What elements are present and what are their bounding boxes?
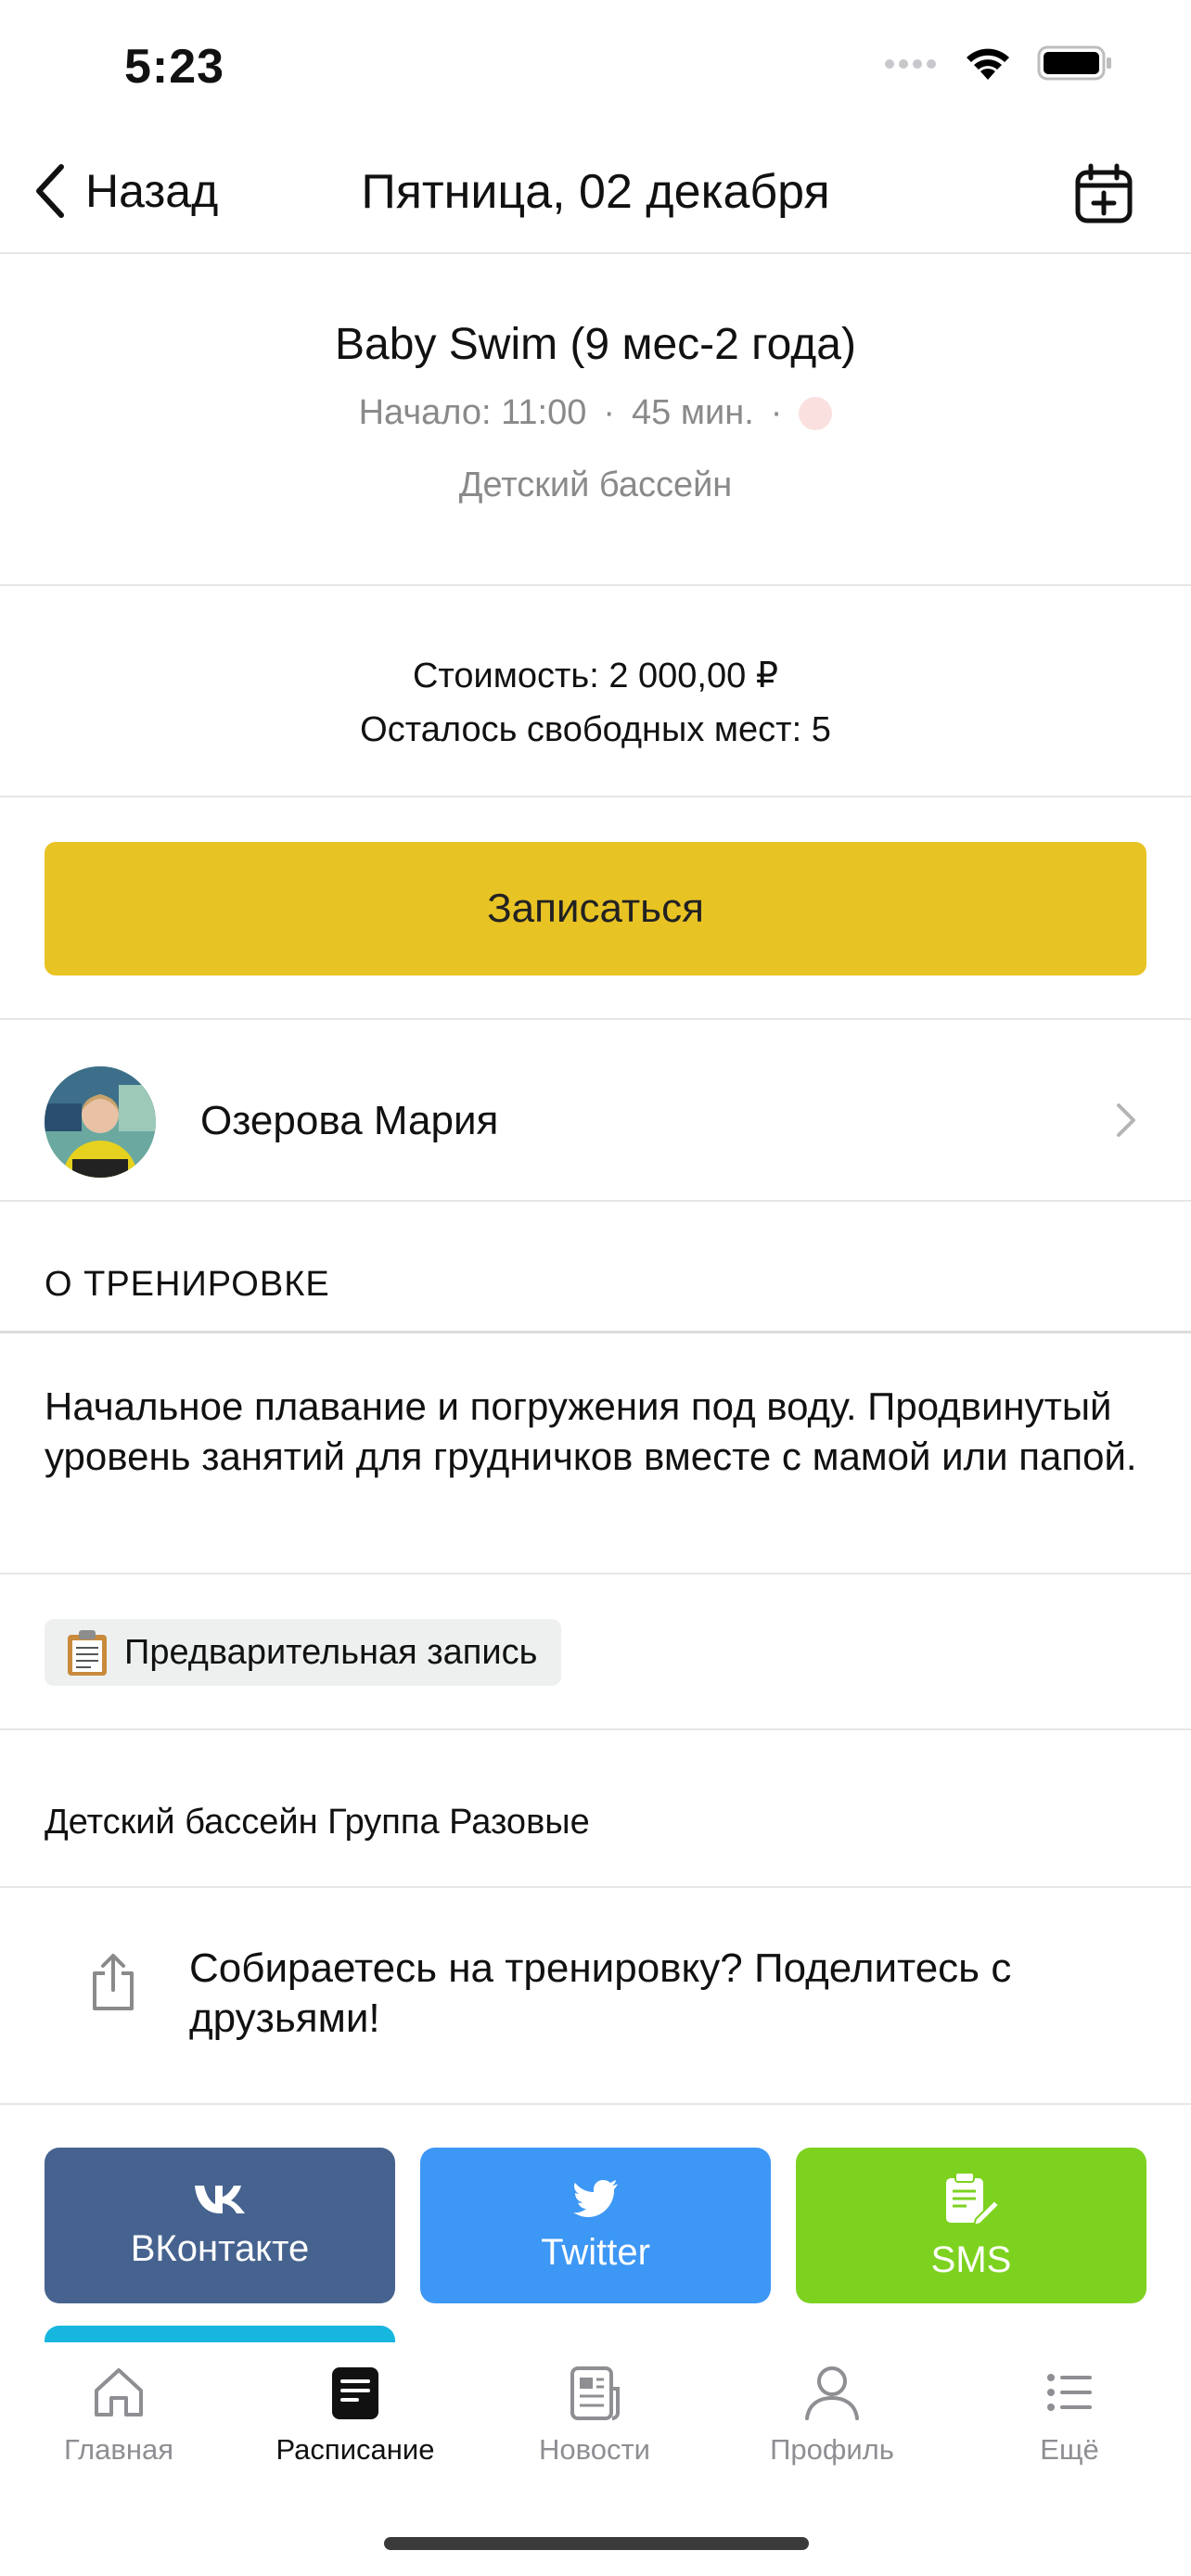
share-sms-button[interactable]: SMS bbox=[796, 2148, 1146, 2303]
battery-icon bbox=[1037, 45, 1111, 81]
home-indicator bbox=[384, 2537, 809, 2550]
status-bar: 5:23 bbox=[0, 0, 1191, 139]
schedule-icon bbox=[332, 2367, 378, 2419]
signal-icon bbox=[885, 59, 936, 69]
share-prompt: Собираетесь на тренировку? Поделитесь с … bbox=[189, 1945, 1012, 2041]
class-duration: 45 мин. bbox=[632, 393, 754, 432]
tab-more[interactable]: Ещё bbox=[967, 2365, 1172, 2467]
tag-section: Предварительная запись bbox=[0, 1575, 1191, 1730]
class-meta: Начало: 11:00 · 45 мин. · bbox=[0, 393, 1191, 433]
tab-profile-label: Профиль bbox=[770, 2433, 894, 2466]
signup-button[interactable]: Записаться bbox=[45, 842, 1146, 976]
clipboard-icon bbox=[68, 1630, 107, 1676]
calendar-add-icon[interactable] bbox=[1070, 161, 1137, 228]
chevron-right-icon bbox=[1117, 1103, 1135, 1137]
tab-more-label: Ещё bbox=[1040, 2433, 1099, 2466]
share-vk-label: ВКонтакте bbox=[130, 2227, 310, 2269]
meta-separator: · bbox=[603, 393, 616, 432]
class-description: Начальное плавание и погружения под воду… bbox=[45, 1384, 1137, 1478]
signup-section: Записаться bbox=[0, 797, 1191, 1020]
share-icon bbox=[93, 1954, 134, 2010]
profile-icon bbox=[805, 2366, 859, 2420]
avatar bbox=[45, 1066, 156, 1178]
class-location: Детский бассейн bbox=[458, 465, 733, 504]
about-header: О ТРЕНИРОВКЕ bbox=[45, 1265, 330, 1304]
share-sms-label: SMS bbox=[930, 2238, 1012, 2280]
description-section: Начальное плавание и погружения под воду… bbox=[0, 1333, 1191, 1575]
free-spots-text: Осталось свободных мест: 5 bbox=[360, 710, 831, 749]
groups-text: Детский бассейн Группа Разовые bbox=[45, 1803, 590, 1842]
share-section: Собираетесь на тренировку? Поделитесь с … bbox=[0, 1888, 1191, 2105]
cost-text: Стоимость: 2 000,00 ₽ bbox=[412, 657, 778, 695]
news-icon bbox=[570, 2366, 620, 2420]
tab-schedule[interactable]: Расписание bbox=[253, 2365, 457, 2467]
meta-separator: · bbox=[770, 393, 783, 432]
tab-home-label: Главная bbox=[64, 2433, 173, 2466]
tag-label: Предварительная запись bbox=[124, 1632, 538, 1672]
share-vk-button[interactable]: ВКонтакте bbox=[45, 2148, 395, 2303]
tab-schedule-label: Расписание bbox=[275, 2433, 435, 2466]
tab-home[interactable]: Главная bbox=[17, 2365, 221, 2467]
class-info: Baby Swim (9 мес-2 года) Начало: 11:00 ·… bbox=[0, 254, 1191, 586]
status-time: 5:23 bbox=[124, 40, 225, 94]
status-dot bbox=[799, 396, 833, 430]
tab-news-label: Новости bbox=[538, 2433, 650, 2466]
preregistration-tag: Предварительная запись bbox=[45, 1619, 562, 1686]
trainer-name: Озерова Мария bbox=[200, 1098, 499, 1143]
pricing: Стоимость: 2 000,00 ₽ Осталось свободных… bbox=[0, 586, 1191, 797]
tab-news[interactable]: Новости bbox=[493, 2365, 697, 2467]
wifi-icon bbox=[967, 48, 1009, 80]
about-section-header: О ТРЕНИРОВКЕ bbox=[0, 1202, 1191, 1333]
status-icons bbox=[885, 45, 1113, 82]
tab-profile[interactable]: Профиль bbox=[730, 2365, 934, 2467]
more-icon bbox=[1047, 2374, 1092, 2411]
class-start: Начало: 11:00 bbox=[358, 393, 587, 432]
page-title: Пятница, 02 декабря bbox=[361, 165, 830, 219]
nav-bar: Назад Пятница, 02 декабря bbox=[0, 139, 1191, 254]
share-twitter-label: Twitter bbox=[541, 2231, 650, 2273]
home-icon bbox=[95, 2368, 143, 2417]
twitter-icon bbox=[573, 2179, 618, 2217]
trainer-row[interactable]: Озерова Мария bbox=[0, 1020, 1191, 1202]
vk-icon bbox=[195, 2185, 245, 2213]
sms-icon bbox=[946, 2171, 1000, 2226]
groups-section: Детский бассейн Группа Разовые bbox=[0, 1730, 1191, 1888]
share-twitter-button[interactable]: Twitter bbox=[420, 2148, 771, 2303]
class-title: Baby Swim (9 мес-2 года) bbox=[335, 320, 856, 369]
